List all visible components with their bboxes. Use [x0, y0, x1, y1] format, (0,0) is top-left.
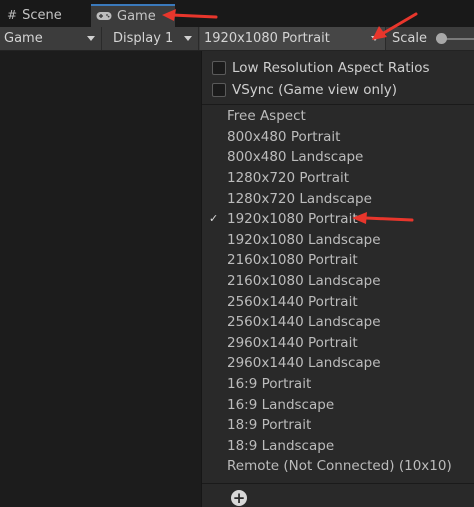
menu-item-free-aspect[interactable]: Free Aspect [202, 106, 474, 127]
low-resolution-toggle[interactable]: Low Resolution Aspect Ratios [212, 57, 430, 79]
menu-item-remote[interactable]: Remote (Not Connected) (10x10) [202, 456, 474, 477]
annotation-arrow-selected-item [352, 212, 414, 224]
resolution-value: 1920x1080 Portrait [204, 31, 330, 46]
menu-item-label: 16:9 Portrait [227, 376, 312, 393]
low-resolution-label: Low Resolution Aspect Ratios [232, 60, 430, 76]
checkmark-icon: ✓ [209, 211, 219, 225]
vsync-toggle[interactable]: VSync (Game view only) [212, 79, 397, 101]
menu-item-label: 1920x1080 Portrait [227, 211, 358, 228]
menu-item-label: 1280x720 Portrait [227, 170, 350, 187]
annotation-arrow-resolution [372, 12, 418, 40]
menu-item-2560x1440-portrait[interactable]: 2560x1440 Portrait [202, 291, 474, 312]
tab-scene-label: Scene [22, 7, 62, 23]
plus-icon[interactable]: + [231, 490, 247, 506]
resolution-menu: Low Resolution Aspect Ratios VSync (Game… [201, 51, 474, 507]
menu-item-800x480-portrait[interactable]: 800x480 Portrait [202, 127, 474, 148]
menu-item-1280x720-landscape[interactable]: 1280x720 Landscape [202, 188, 474, 209]
menu-item-label: 2160x1080 Portrait [227, 252, 358, 269]
menu-item-label: 18:9 Landscape [227, 437, 335, 454]
menu-item-label: Remote (Not Connected) (10x10) [227, 458, 452, 475]
unity-editor-game-view: # Scene Game Game Display 1 1920x1080 Po… [0, 0, 474, 507]
menu-item-label: 2960x1440 Portrait [227, 334, 358, 351]
resolution-dropdown[interactable]: 1920x1080 Portrait [200, 27, 386, 50]
menu-separator [202, 104, 474, 105]
annotation-arrow-game-tab [162, 9, 218, 21]
menu-item-18-9-landscape[interactable]: 18:9 Landscape [202, 436, 474, 457]
menu-item-2960x1440-portrait[interactable]: 2960x1440 Portrait [202, 333, 474, 354]
tab-game-label: Game [117, 9, 156, 24]
menu-item-label: 2560x1440 Landscape [227, 314, 381, 331]
menu-item-label: 18:9 Portrait [227, 417, 312, 434]
checkbox[interactable] [212, 83, 226, 97]
caret-down-icon [87, 36, 95, 41]
menu-item-label: 2560x1440 Portrait [227, 293, 358, 310]
menu-item-2560x1440-landscape[interactable]: 2560x1440 Landscape [202, 312, 474, 333]
display-value: Display 1 [113, 31, 174, 46]
menu-item-label: 1280x720 Landscape [227, 190, 372, 207]
vsync-label: VSync (Game view only) [232, 82, 398, 98]
menu-item-2160x1080-landscape[interactable]: 2160x1080 Landscape [202, 271, 474, 292]
menu-item-1280x720-portrait[interactable]: 1280x720 Portrait [202, 168, 474, 189]
hash-grid-icon: # [7, 8, 18, 22]
scale-slider-knob[interactable] [436, 33, 447, 44]
menu-item-label: 800x480 Portrait [227, 128, 341, 145]
menu-item-2960x1440-landscape[interactable]: 2960x1440 Landscape [202, 353, 474, 374]
caret-down-icon [184, 36, 192, 41]
menu-item-1920x1080-landscape[interactable]: 1920x1080 Landscape [202, 230, 474, 251]
display-dropdown[interactable]: Display 1 [103, 27, 199, 50]
tab-scene[interactable]: # Scene [7, 3, 62, 27]
menu-item-label: 2960x1440 Landscape [227, 355, 381, 372]
menu-item-16-9-landscape[interactable]: 16:9 Landscape [202, 394, 474, 415]
menu-item-label: 800x480 Landscape [227, 149, 364, 166]
resolution-list: Free Aspect 800x480 Portrait 800x480 Lan… [202, 106, 474, 477]
menu-item-1920x1080-portrait[interactable]: ✓ 1920x1080 Portrait [202, 209, 474, 230]
menu-item-label: 1920x1080 Landscape [227, 231, 381, 248]
menu-item-800x480-landscape[interactable]: 800x480 Landscape [202, 147, 474, 168]
menu-item-label: 2160x1080 Landscape [227, 273, 381, 290]
menu-item-16-9-portrait[interactable]: 16:9 Portrait [202, 374, 474, 395]
menu-item-label: 16:9 Landscape [227, 396, 335, 413]
menu-item-18-9-portrait[interactable]: 18:9 Portrait [202, 415, 474, 436]
display-mode-value: Game [4, 31, 43, 46]
menu-separator [202, 483, 474, 484]
checkbox[interactable] [212, 61, 226, 75]
display-mode-dropdown[interactable]: Game [0, 27, 102, 50]
menu-item-2160x1080-portrait[interactable]: 2160x1080 Portrait [202, 250, 474, 271]
menu-item-label: Free Aspect [227, 108, 306, 125]
gamepad-icon [96, 11, 112, 23]
